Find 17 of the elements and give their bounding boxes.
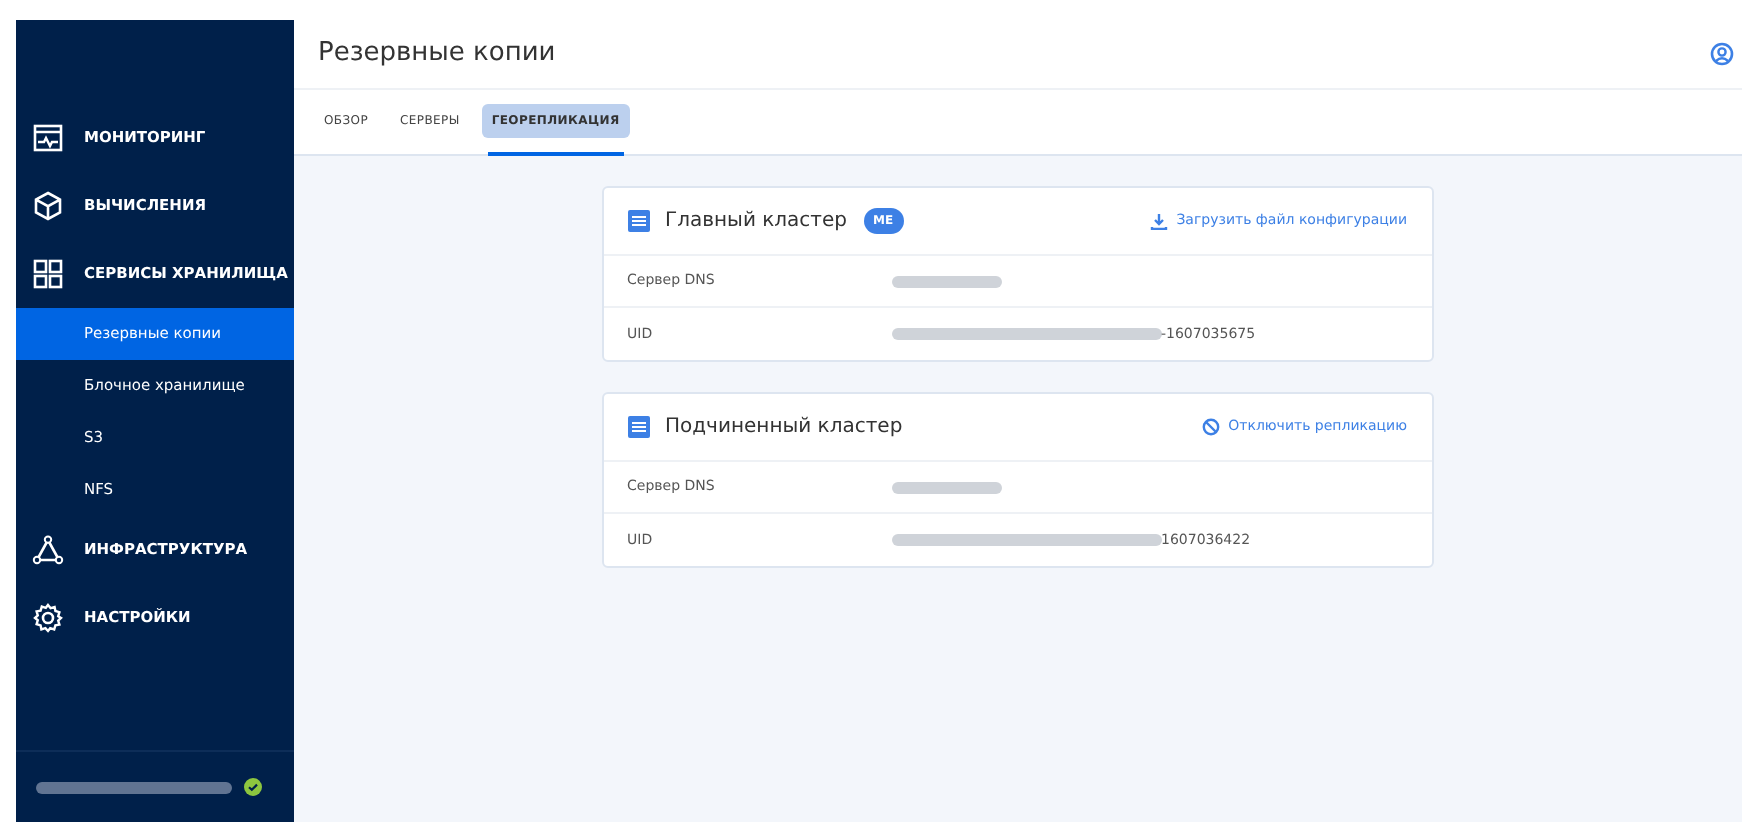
tab-underline: [487, 151, 624, 155]
network-triangle-icon: [32, 534, 64, 566]
cluster-title: Главный кластер: [665, 208, 848, 236]
cube-icon: [32, 190, 64, 222]
cluster-title: Подчиненный кластер: [665, 414, 903, 442]
monitor-icon: [32, 122, 64, 154]
settings-icon: [32, 602, 64, 634]
download-icon: [1150, 212, 1169, 230]
status-check-icon: [244, 778, 262, 796]
redacted-value: [891, 479, 1001, 495]
server-icon: [627, 210, 649, 232]
ban-icon: [1202, 418, 1221, 436]
redacted-value: [891, 273, 1001, 289]
grid-icon: [32, 258, 64, 290]
page-title: Резервные копии: [318, 38, 556, 70]
server-icon: [627, 416, 649, 438]
user-icon[interactable]: [1710, 42, 1734, 66]
